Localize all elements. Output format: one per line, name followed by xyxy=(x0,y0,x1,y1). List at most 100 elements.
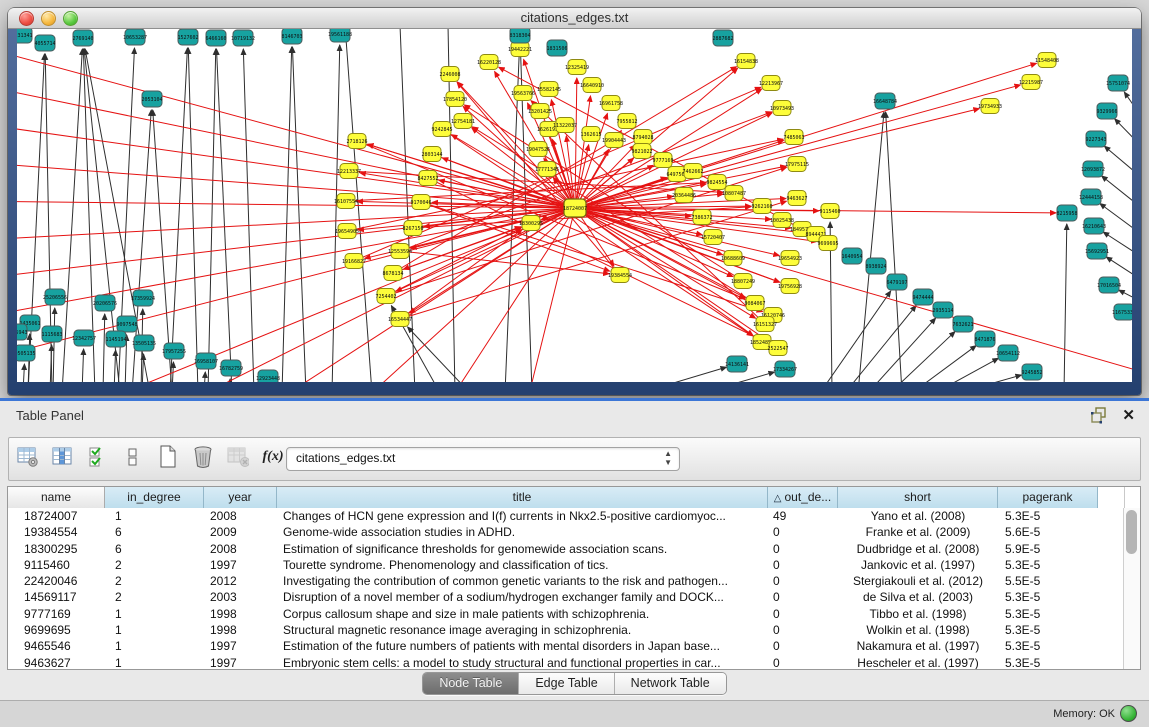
cell-short[interactable]: Jankovic et al. (1997) xyxy=(838,557,998,573)
cell-title[interactable]: Disruption of a novel member of a sodium… xyxy=(277,589,768,605)
cell-year[interactable]: 2009 xyxy=(204,524,277,540)
cell-year[interactable]: 2012 xyxy=(204,573,277,589)
cell-pagerank[interactable]: 5.3E-5 xyxy=(998,606,1098,622)
graph-edge[interactable] xyxy=(243,49,254,382)
cell-name[interactable]: 9115460 xyxy=(8,557,105,573)
graph-edge[interactable] xyxy=(1103,232,1132,261)
new-document-icon[interactable] xyxy=(157,445,179,469)
function-builder-icon[interactable]: f(x) xyxy=(262,445,284,469)
graph-edge[interactable] xyxy=(408,327,470,382)
cell-short[interactable]: de Silva et al. (2003) xyxy=(838,589,998,605)
cell-title[interactable]: Genome-wide association studies in ADHD. xyxy=(277,524,768,540)
column-header-pagerank[interactable]: pagerank xyxy=(998,487,1098,508)
graph-edge[interactable] xyxy=(400,230,522,319)
table-row[interactable]: 946362711997Embryonic stem cells: a mode… xyxy=(8,655,1124,669)
table-row[interactable]: 1938455462009Genome-wide association stu… xyxy=(8,524,1124,540)
cell-out_degree[interactable]: 0 xyxy=(768,573,838,589)
graph-edge[interactable] xyxy=(216,49,232,382)
graph-edge[interactable] xyxy=(208,49,216,382)
cell-name[interactable]: 9777169 xyxy=(8,606,105,622)
cell-year[interactable]: 1998 xyxy=(204,606,277,622)
cell-out_degree[interactable]: 0 xyxy=(768,606,838,622)
cell-name[interactable]: 9463627 xyxy=(8,655,105,669)
cell-year[interactable]: 1998 xyxy=(204,622,277,638)
table-row[interactable]: 1456911722003Disruption of a novel membe… xyxy=(8,589,1124,605)
cell-in_degree[interactable]: 2 xyxy=(105,573,204,589)
graph-edge[interactable] xyxy=(142,354,144,382)
network-canvas[interactable]: 1872400718300295924284528031448427552917… xyxy=(17,29,1132,382)
cell-title[interactable]: Corpus callosum shape and size in male p… xyxy=(277,606,768,622)
cell-out_degree[interactable]: 49 xyxy=(768,508,838,524)
cell-title[interactable]: Estimation of significance thresholds fo… xyxy=(277,541,768,557)
cell-name[interactable]: 14569117 xyxy=(8,589,105,605)
show-columns-icon[interactable] xyxy=(52,445,74,469)
cell-short[interactable]: Dudbridge et al. (2008) xyxy=(838,541,998,557)
graph-edge[interactable] xyxy=(400,251,609,274)
graph-edge[interactable] xyxy=(958,375,1021,382)
window-titlebar[interactable]: citations_edges.txt xyxy=(8,8,1141,29)
table-settings-icon[interactable] xyxy=(17,445,39,469)
cell-pagerank[interactable]: 5.6E-5 xyxy=(998,524,1098,540)
table-selector-dropdown[interactable]: citations_edges.txt ▲▼ xyxy=(286,447,680,471)
cell-short[interactable]: Franke et al. (2009) xyxy=(838,524,998,540)
cell-title[interactable]: Investigating the contribution of common… xyxy=(277,573,768,589)
cell-title[interactable]: Changes of HCN gene expression and I(f) … xyxy=(277,508,768,524)
cell-name[interactable]: 22420046 xyxy=(8,573,105,589)
graph-edge[interactable] xyxy=(702,372,774,382)
cell-short[interactable]: Stergiakouli et al. (2012) xyxy=(838,573,998,589)
cell-title[interactable]: Estimation of the future numbers of pati… xyxy=(277,638,768,654)
cell-short[interactable]: Yano et al. (2008) xyxy=(838,508,998,524)
cell-out_degree[interactable]: 0 xyxy=(768,541,838,557)
graph-edge[interactable] xyxy=(886,112,902,382)
row-height-icon[interactable] xyxy=(122,445,144,469)
cell-pagerank[interactable]: 5.5E-5 xyxy=(998,573,1098,589)
cell-name[interactable]: 18300295 xyxy=(8,541,105,557)
table-row[interactable]: 911546021997Tourette syndrome. Phenomeno… xyxy=(8,557,1124,573)
cell-pagerank[interactable]: 5.3E-5 xyxy=(998,622,1098,638)
column-header-out_degree[interactable]: △out_de... xyxy=(768,487,838,508)
cell-in_degree[interactable]: 1 xyxy=(105,508,204,524)
cell-out_degree[interactable]: 0 xyxy=(768,524,838,540)
cell-in_degree[interactable]: 6 xyxy=(105,524,204,540)
delete-icon[interactable] xyxy=(192,445,214,469)
graph-edge[interactable] xyxy=(1102,176,1132,213)
table-row[interactable]: 1872400712008Changes of HCN gene express… xyxy=(8,508,1124,524)
graph-edge[interactable] xyxy=(17,208,575,281)
cell-pagerank[interactable]: 5.3E-5 xyxy=(998,655,1098,669)
cell-in_degree[interactable]: 1 xyxy=(105,622,204,638)
cell-year[interactable]: 2008 xyxy=(204,508,277,524)
table-row[interactable]: 969969511998Structural magnetic resonanc… xyxy=(8,622,1124,638)
graph-edge[interactable] xyxy=(332,45,340,382)
tab-network-table[interactable]: Network Table xyxy=(615,673,726,694)
cell-pagerank[interactable]: 5.3E-5 xyxy=(998,508,1098,524)
graph-edge[interactable] xyxy=(53,308,55,382)
cell-year[interactable]: 2008 xyxy=(204,541,277,557)
graph-edge[interactable] xyxy=(204,372,205,382)
graph-edge[interactable] xyxy=(575,208,1132,377)
graph-edge[interactable] xyxy=(935,358,998,382)
column-header-name[interactable]: name xyxy=(8,487,105,508)
cell-in_degree[interactable]: 2 xyxy=(105,557,204,573)
cell-title[interactable]: Tourette syndrome. Phenomenology and cla… xyxy=(277,557,768,573)
cell-pagerank[interactable]: 5.3E-5 xyxy=(998,589,1098,605)
column-header-year[interactable]: year xyxy=(204,487,277,508)
cell-in_degree[interactable]: 1 xyxy=(105,638,204,654)
tab-node-table[interactable]: Node Table xyxy=(423,673,519,694)
cell-name[interactable]: 18724007 xyxy=(8,508,105,524)
select-columns-icon[interactable] xyxy=(87,445,109,469)
table-row[interactable]: 946554611997Estimation of the future num… xyxy=(8,638,1124,654)
cell-year[interactable]: 1997 xyxy=(204,557,277,573)
graph-edge[interactable] xyxy=(23,364,24,382)
cell-year[interactable]: 1997 xyxy=(204,638,277,654)
cell-in_degree[interactable]: 6 xyxy=(105,541,204,557)
cell-pagerank[interactable]: 5.3E-5 xyxy=(998,638,1098,654)
cell-short[interactable]: Hescheler et al. (1997) xyxy=(838,655,998,669)
column-header-short[interactable]: short xyxy=(838,487,998,508)
graph-edge[interactable] xyxy=(868,318,936,382)
table-row[interactable]: 977716911998Corpus callosum shape and si… xyxy=(8,606,1124,622)
cell-name[interactable]: 19384554 xyxy=(8,524,105,540)
cell-out_degree[interactable]: 0 xyxy=(768,557,838,573)
cell-out_degree[interactable]: 0 xyxy=(768,638,838,654)
cell-short[interactable]: Wolkin et al. (1998) xyxy=(838,622,998,638)
cell-year[interactable]: 2003 xyxy=(204,589,277,605)
